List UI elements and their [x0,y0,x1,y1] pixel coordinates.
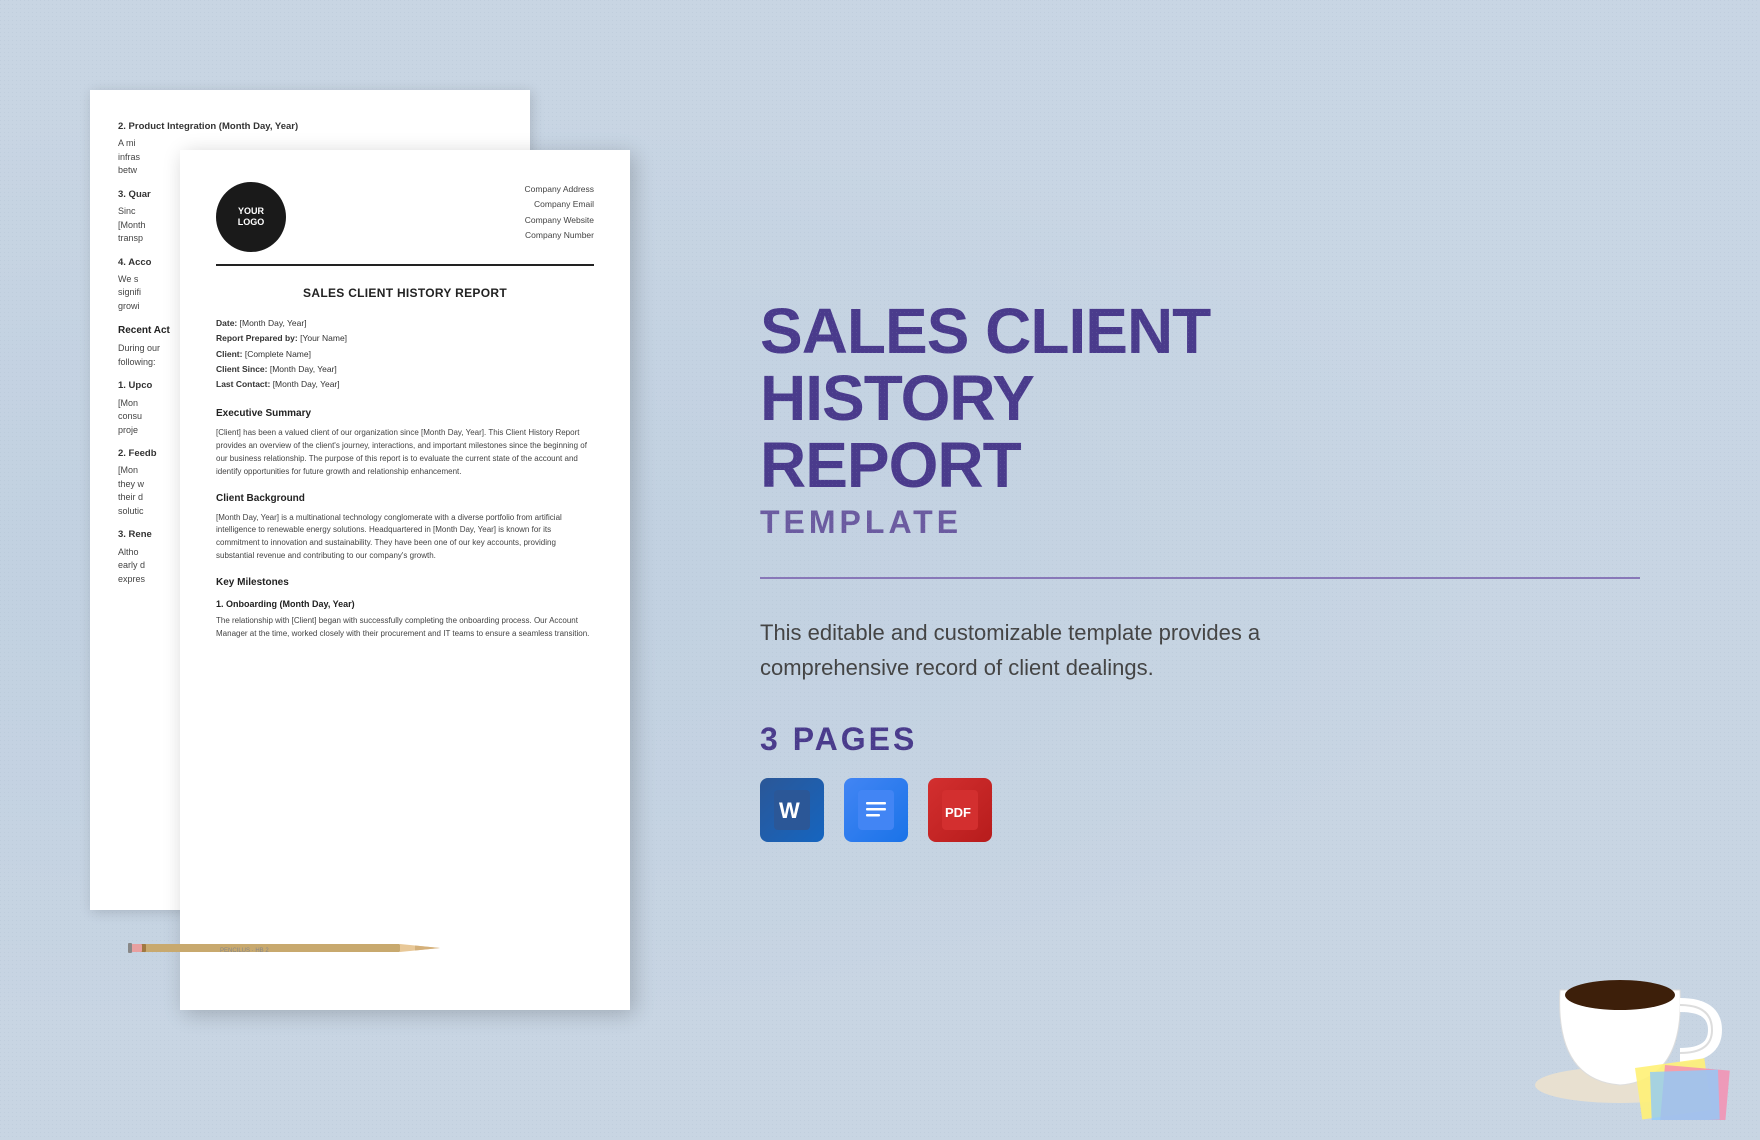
back-section2-title: 2. Product Integration (Month Day, Year) [118,120,502,134]
last-contact-field: Last Contact: [Month Day, Year] [216,377,594,392]
document-preview-area: 2. Product Integration (Month Day, Year)… [60,90,660,1050]
coffee-cup-decoration [1520,890,1740,1120]
client-label: Client: [216,349,242,359]
company-email: Company Email [525,197,594,212]
exec-summary-title: Executive Summary [216,406,594,421]
document-title: SALES CLIENT HISTORY REPORT [216,284,594,302]
company-logo: YOUR LOGO [216,182,286,252]
prepared-label: Report Prepared by: [216,333,298,343]
pages-section: 3 PAGES W [760,721,1640,842]
last-contact-label: Last Contact: [216,379,270,389]
client-value: [Complete Name] [245,349,311,359]
client-bg-text: [Month Day, Year] is a multinational tec… [216,512,594,563]
company-number: Company Number [525,228,594,243]
logo-line1: YOUR [238,206,264,217]
client-since-field: Client Since: [Month Day, Year] [216,362,594,377]
client-bg-title: Client Background [216,491,594,506]
client-since-label: Client Since: [216,364,267,374]
info-panel: SALES CLIENT HISTORY REPORT TEMPLATE Thi… [720,258,1700,882]
report-title-line1: SALES CLIENT [760,298,1640,365]
svg-text:PDF: PDF [945,805,971,820]
date-label: Date: [216,318,237,328]
format-icons: W PDF [760,778,1640,842]
key-milestones-title: Key Milestones [216,575,594,590]
word-format-icon[interactable]: W [760,778,824,842]
doc-header: YOUR LOGO Company Address Company Email … [216,182,594,266]
prepared-field: Report Prepared by: [Your Name] [216,331,594,346]
client-field: Client: [Complete Name] [216,347,594,362]
date-field: Date: [Month Day, Year] [216,316,594,331]
prepared-value: [Your Name] [300,333,347,343]
company-address: Company Address [525,182,594,197]
milestone1-title: 1. Onboarding (Month Day, Year) [216,598,594,612]
pages-label: 3 PAGES [760,721,1640,758]
report-title-block: SALES CLIENT HISTORY REPORT TEMPLATE [760,298,1640,541]
exec-summary-text: [Client] has been a valued client of our… [216,427,594,478]
pdf-format-icon[interactable]: PDF [928,778,992,842]
date-value: [Month Day, Year] [240,318,307,328]
logo-line2: LOGO [238,217,265,228]
svg-text:W: W [779,798,800,823]
report-subtitle: TEMPLATE [760,504,1640,541]
last-contact-value: [Month Day, Year] [273,379,340,389]
docs-format-icon[interactable] [844,778,908,842]
doc-meta: Date: [Month Day, Year] Report Prepared … [216,316,594,392]
doc-front-page: YOUR LOGO Company Address Company Email … [180,150,630,1010]
divider [760,577,1640,579]
main-layout: 2. Product Integration (Month Day, Year)… [0,0,1760,1140]
company-website: Company Website [525,213,594,228]
report-title-line2: HISTORY [760,365,1640,432]
description-text: This editable and customizable template … [760,615,1340,685]
pencil-decoration: PENCILUS · HB 2 [120,941,440,955]
report-title-line3: REPORT [760,432,1640,499]
company-info: Company Address Company Email Company We… [525,182,594,243]
milestone1-text: The relationship with [Client] began wit… [216,615,594,641]
client-since-value: [Month Day, Year] [270,364,337,374]
svg-text:PENCILUS · HB 2: PENCILUS · HB 2 [220,948,269,954]
